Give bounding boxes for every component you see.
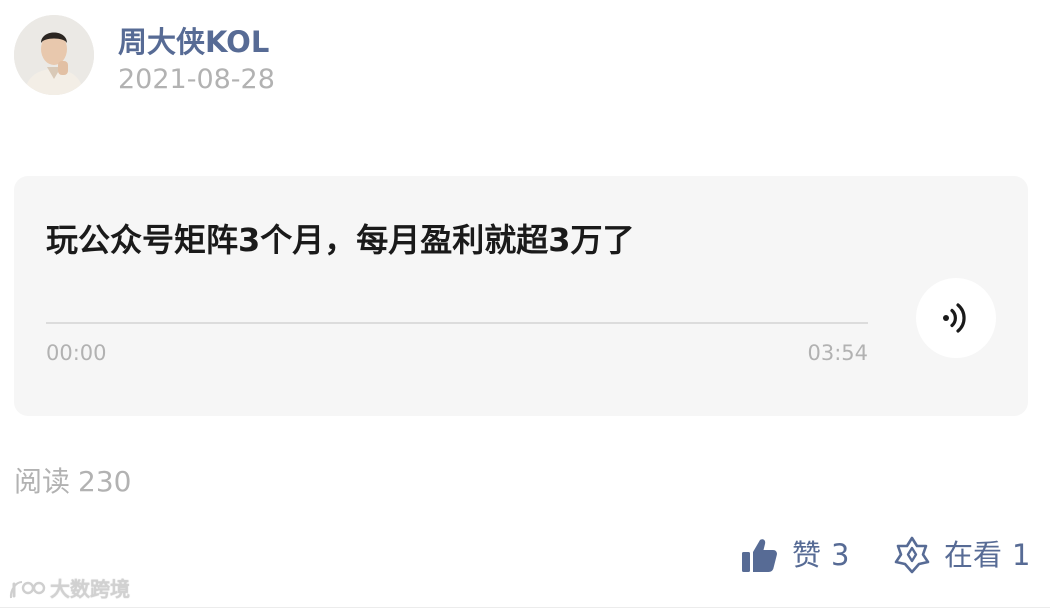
logo-mark-icon [9, 581, 46, 599]
audio-player-card[interactable]: 玩公众号矩阵3个月，每月盈利就超3万了 00:00 03:54 [14, 176, 1028, 416]
play-audio-button[interactable] [916, 278, 996, 358]
watching-label: 在看 [944, 538, 1003, 572]
author-name[interactable]: 周大侠KOL [118, 22, 269, 62]
avatar-portrait-icon [14, 15, 94, 95]
read-count: 阅读 230 [14, 463, 131, 501]
divider [0, 607, 1050, 608]
avatar[interactable] [14, 15, 94, 95]
read-label: 阅读 [14, 465, 71, 498]
watching-button[interactable]: 在看 1 [892, 530, 1030, 580]
audio-wave-icon [943, 303, 966, 333]
audio-progress-bar[interactable] [46, 322, 868, 324]
audio-title: 玩公众号矩阵3个月，每月盈利就超3万了 [46, 221, 635, 259]
like-label-group: 赞3 [792, 535, 849, 575]
audio-total-time: 03:54 [807, 341, 868, 365]
watermark-text: 大数跨境 [50, 577, 130, 601]
post-footer-page: 周大侠KOL 2021-08-28 玩公众号矩阵3个月，每月盈利就超3万了 00… [0, 0, 1050, 610]
like-count: 3 [831, 538, 850, 572]
like-button[interactable]: 赞3 [740, 530, 849, 580]
read-count-value: 230 [78, 465, 132, 498]
watching-count: 1 [1012, 538, 1031, 572]
audio-current-time: 00:00 [46, 341, 107, 365]
star-badge-icon [894, 536, 930, 574]
thumbs-up-icon [742, 539, 777, 572]
watch-label-group: 在看 1 [944, 535, 1030, 575]
watermark: 大数跨境 [8, 574, 130, 604]
like-label: 赞 [792, 538, 822, 572]
post-date: 2021-08-28 [118, 64, 275, 95]
